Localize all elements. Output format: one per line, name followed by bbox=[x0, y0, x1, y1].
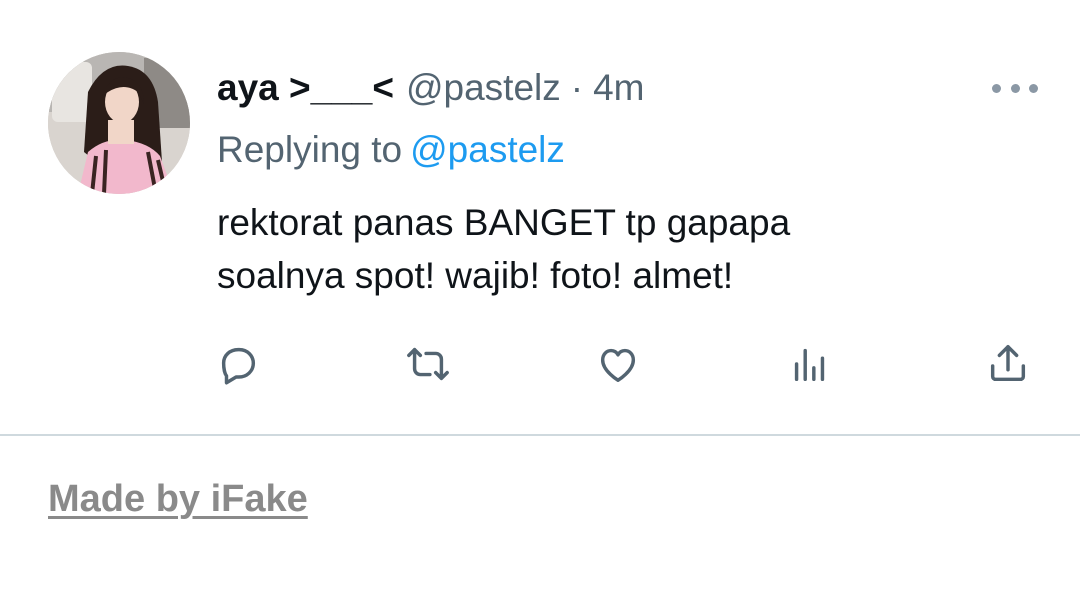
dot-1 bbox=[992, 83, 1001, 93]
tweet-text: rektorat panas BANGET tp gapapa soalnya … bbox=[217, 196, 1037, 302]
reply-icon[interactable] bbox=[208, 334, 268, 394]
separator-dot: · bbox=[570, 67, 584, 108]
avatar-photo bbox=[48, 52, 190, 194]
user-handle[interactable]: @pastelz bbox=[406, 66, 561, 110]
like-icon[interactable] bbox=[588, 334, 648, 394]
made-by-ifake-link[interactable]: Made by iFake bbox=[48, 474, 308, 524]
tweet-card[interactable]: aya >___< @pastelz · 4m Replying to @past… bbox=[0, 0, 1080, 436]
display-name[interactable]: aya >___< bbox=[217, 66, 394, 110]
timestamp[interactable]: 4m bbox=[593, 66, 644, 110]
dot-3 bbox=[1029, 83, 1038, 93]
replying-to-line: Replying to @pastelz bbox=[217, 128, 565, 172]
more-options-icon[interactable] bbox=[992, 78, 1038, 98]
dot-2 bbox=[1010, 83, 1020, 93]
views-icon[interactable] bbox=[780, 334, 840, 394]
tweet-text-line-2: soalnya spot! wajib! foto! almet! bbox=[217, 255, 734, 296]
tweet-text-line-1: rektorat panas BANGET tp gapapa bbox=[217, 202, 791, 243]
action-bar bbox=[0, 334, 1080, 394]
share-icon[interactable] bbox=[978, 334, 1038, 394]
avatar[interactable] bbox=[48, 52, 190, 194]
replying-to-label: Replying to bbox=[217, 129, 403, 170]
retweet-icon[interactable] bbox=[398, 334, 458, 394]
tweet-header: aya >___< @pastelz · 4m bbox=[217, 66, 645, 110]
replying-to-mention[interactable]: @pastelz bbox=[410, 129, 565, 170]
